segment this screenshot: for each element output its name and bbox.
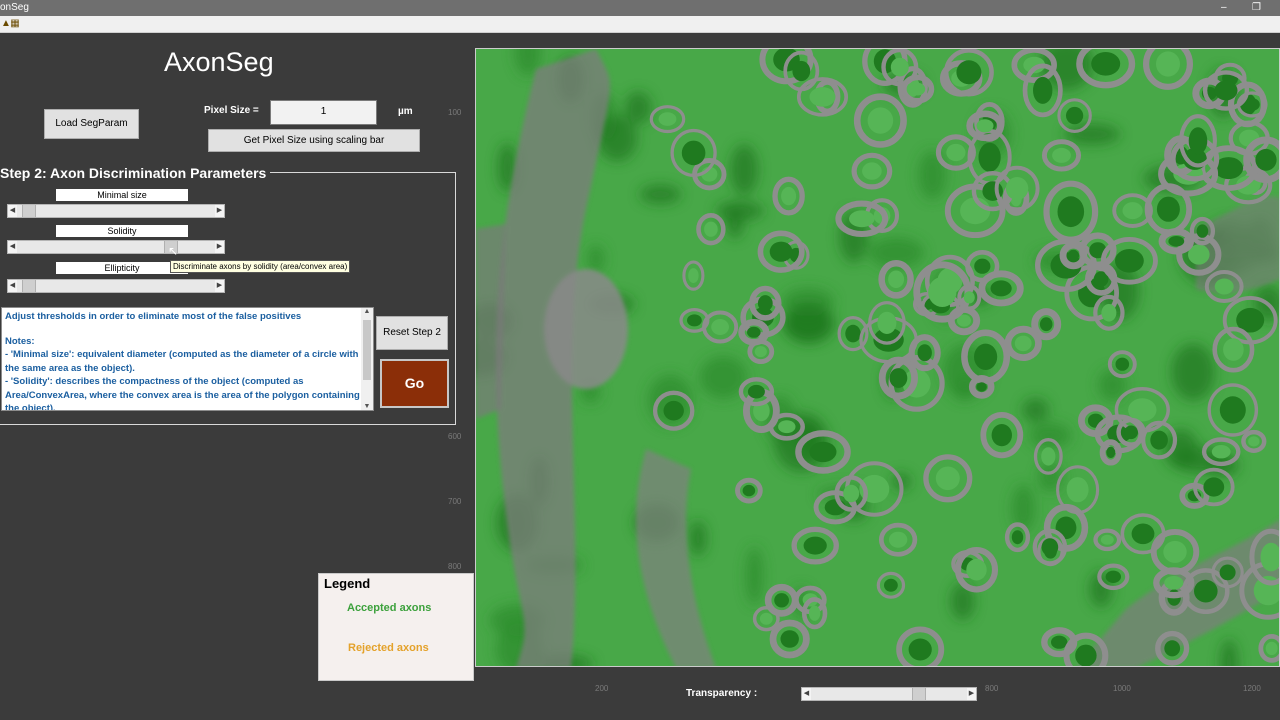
slider-right-arrow-icon[interactable]: ▶ xyxy=(215,205,224,217)
solidity-label: Solidity xyxy=(56,225,188,237)
slider-right-arrow-icon[interactable]: ▶ xyxy=(967,688,976,700)
mouse-cursor-icon: ↖ xyxy=(168,244,179,258)
reset-step2-button[interactable]: Reset Step 2 xyxy=(376,316,448,350)
slider-thumb[interactable] xyxy=(912,688,926,700)
minimize-icon[interactable]: – xyxy=(1221,0,1227,16)
figure-toolbar: ▲ ▦ xyxy=(0,16,1280,33)
minimal-size-label: Minimal size xyxy=(56,189,188,201)
x-tick: 1200 xyxy=(1243,684,1261,693)
solidity-tooltip: Discriminate axons by solidity (area/con… xyxy=(170,260,351,273)
minimal-size-slider[interactable]: ◀ ▶ xyxy=(7,204,225,218)
x-tick: 1000 xyxy=(1113,684,1131,693)
legend-accepted: Accepted axons xyxy=(347,602,432,614)
microscopy-overlay xyxy=(476,49,1279,666)
notes-line-3: - 'Minimal size': equivalent diameter (c… xyxy=(5,349,359,374)
pixel-size-input[interactable]: 1 xyxy=(270,100,377,125)
slider-thumb[interactable] xyxy=(22,205,36,217)
ellipticity-label: Ellipticity xyxy=(56,262,188,274)
slider-left-arrow-icon[interactable]: ◀ xyxy=(8,241,17,253)
notes-line-2: Notes: xyxy=(5,335,35,347)
notes-line-4: - 'Solidity': describes the compactness … xyxy=(5,376,360,411)
go-button[interactable]: Go xyxy=(380,359,449,408)
legend-panel: Legend Accepted axons Rejected axons xyxy=(318,573,474,681)
axon-ring xyxy=(1059,241,1088,270)
notes-scrollbar[interactable]: ▲ ▼ xyxy=(361,308,373,410)
legend-title: Legend xyxy=(324,576,371,591)
pixel-size-label: Pixel Size = xyxy=(204,105,259,116)
get-pixel-size-button[interactable]: Get Pixel Size using scaling bar xyxy=(208,129,420,152)
slider-left-arrow-icon[interactable]: ◀ xyxy=(802,688,811,700)
ellipticity-slider[interactable]: ◀ ▶ xyxy=(7,279,225,293)
slider-left-arrow-icon[interactable]: ◀ xyxy=(8,205,17,217)
app-title: AxonSeg xyxy=(164,47,274,77)
segmentation-image[interactable] xyxy=(475,48,1280,667)
x-tick: 200 xyxy=(595,684,609,693)
scroll-down-icon[interactable]: ▼ xyxy=(361,403,373,410)
step2-title: Step 2: Axon Discrimination Parameters xyxy=(0,165,271,181)
y-tick: 100 xyxy=(448,108,462,117)
axon-ring xyxy=(968,374,995,399)
y-tick: 600 xyxy=(448,432,462,441)
legend-rejected: Rejected axons xyxy=(348,642,429,654)
load-segparam-button[interactable]: Load SegParam xyxy=(44,109,139,139)
pixel-unit-label: µm xyxy=(398,106,413,117)
restore-icon[interactable]: ❐ xyxy=(1252,0,1261,16)
notes-line-1: Adjust thresholds in order to eliminate … xyxy=(5,311,302,322)
x-tick: 800 xyxy=(985,684,999,693)
solidity-slider[interactable]: ◀ ▶ xyxy=(7,240,225,254)
window-title: onSeg xyxy=(0,2,29,13)
scroll-thumb[interactable] xyxy=(363,320,371,380)
transparency-slider[interactable]: ◀ ▶ xyxy=(801,687,977,701)
notes-textbox[interactable]: Adjust thresholds in order to eliminate … xyxy=(1,307,374,411)
slider-right-arrow-icon[interactable]: ▶ xyxy=(215,241,224,253)
y-tick: 800 xyxy=(448,562,462,571)
scroll-up-icon[interactable]: ▲ xyxy=(361,308,373,315)
data-cursor-icon[interactable]: ▦ xyxy=(9,18,21,30)
slider-right-arrow-icon[interactable]: ▶ xyxy=(215,280,224,292)
window-titlebar: onSeg – ❐ xyxy=(0,0,1280,16)
slider-left-arrow-icon[interactable]: ◀ xyxy=(8,280,17,292)
y-tick: 700 xyxy=(448,497,462,506)
slider-thumb[interactable] xyxy=(22,280,36,292)
transparency-label: Transparency : xyxy=(686,688,758,699)
